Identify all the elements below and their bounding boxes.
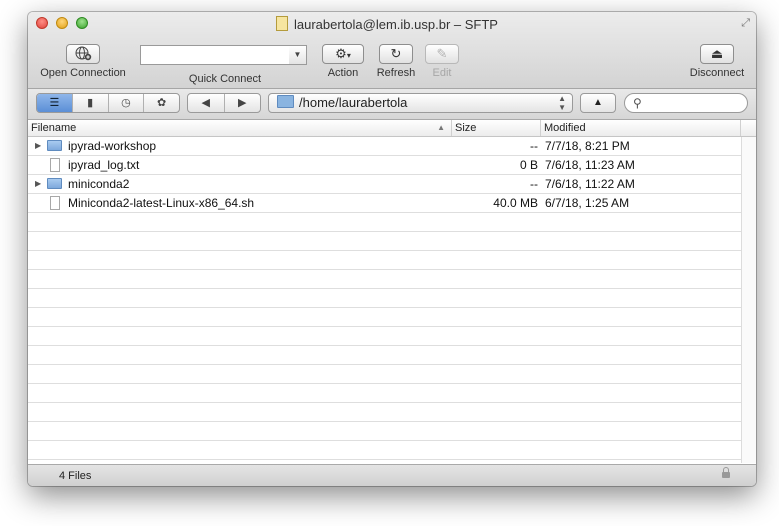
empty-row xyxy=(28,365,741,384)
back-forward-segment: ◀ ▶ xyxy=(187,93,261,113)
gear-icon: ⚙▾ xyxy=(322,44,364,64)
empty-row xyxy=(28,441,741,460)
disconnect-button[interactable]: ⏏ Disconnect xyxy=(684,44,750,79)
filename-column-header[interactable]: Filename ▲ xyxy=(28,120,452,136)
forward-icon[interactable]: ▶ xyxy=(225,94,261,112)
quick-connect-dropdown[interactable]: ▼ xyxy=(289,45,307,65)
search-field[interactable]: ⚲ xyxy=(624,93,748,113)
globe-plus-icon xyxy=(66,44,100,64)
close-window-button[interactable] xyxy=(36,17,48,29)
refresh-button[interactable]: ↻ Refresh xyxy=(371,44,421,79)
status-bar: 4 Files xyxy=(28,464,756,486)
title-bar: laurabertola@lem.ib.usp.br – SFTP ⤢ Open… xyxy=(28,12,756,89)
minimize-window-button[interactable] xyxy=(56,17,68,29)
quick-connect-input[interactable] xyxy=(140,45,290,65)
table-row[interactable]: ipyrad_log.txt 0 B 7/6/18, 11:23 AM xyxy=(28,156,741,175)
file-count-label: 4 Files xyxy=(59,470,92,482)
table-row[interactable]: ▶ ipyrad-workshop -- 7/7/18, 8:21 PM xyxy=(28,137,741,156)
modified-column-header[interactable]: Modified xyxy=(541,120,741,136)
empty-row xyxy=(28,270,741,289)
file-icon xyxy=(50,196,60,210)
empty-row xyxy=(28,251,741,270)
bookmarks-icon[interactable]: ▮ xyxy=(73,94,109,112)
action-button[interactable]: ⚙▾ Action xyxy=(318,44,368,79)
open-connection-button[interactable]: Open Connection xyxy=(37,44,129,79)
folder-icon xyxy=(47,140,62,151)
empty-row xyxy=(28,213,741,232)
back-icon[interactable]: ◀ xyxy=(188,94,225,112)
folder-icon xyxy=(277,95,294,108)
history-icon[interactable]: ◷ xyxy=(109,94,145,112)
disclosure-triangle-icon[interactable]: ▶ xyxy=(35,137,41,155)
empty-row xyxy=(28,346,741,365)
empty-row xyxy=(28,422,741,441)
search-icon: ⚲ xyxy=(633,96,642,110)
empty-row xyxy=(28,232,741,251)
file-icon xyxy=(50,158,60,172)
empty-row xyxy=(28,327,741,346)
bonjour-icon[interactable]: ✿ xyxy=(144,94,179,112)
folder-icon xyxy=(47,178,62,189)
path-text: /home/laurabertola xyxy=(299,95,408,110)
refresh-icon: ↻ xyxy=(379,44,413,64)
sftp-window: laurabertola@lem.ib.usp.br – SFTP ⤢ Open… xyxy=(28,12,756,486)
table-row[interactable]: ▶ miniconda2 -- 7/6/18, 11:22 AM xyxy=(28,175,741,194)
size-column-header[interactable]: Size xyxy=(452,120,541,136)
view-mode-segment: ☰ ▮ ◷ ✿ xyxy=(36,93,180,113)
window-title: laurabertola@lem.ib.usp.br – SFTP xyxy=(276,16,498,32)
table-row[interactable]: Miniconda2-latest-Linux-x86_64.sh 40.0 M… xyxy=(28,194,741,213)
path-selector[interactable]: /home/laurabertola ▲ ▼ xyxy=(268,93,573,113)
empty-row xyxy=(28,308,741,327)
pencil-icon: ✎ xyxy=(425,44,459,64)
browser-view-icon[interactable]: ☰ xyxy=(37,94,73,112)
eject-icon: ⏏ xyxy=(700,44,734,64)
navigation-bar: ☰ ▮ ◷ ✿ ◀ ▶ /home/laurabertola ▲ ▼ ▲ ⚲ xyxy=(28,89,756,120)
sort-ascending-icon: ▲ xyxy=(437,123,445,132)
column-header: Filename ▲ Size Modified xyxy=(28,120,756,137)
file-list: ▶ ipyrad-workshop -- 7/7/18, 8:21 PM ipy… xyxy=(28,137,741,463)
zoom-window-button[interactable] xyxy=(76,17,88,29)
edit-button[interactable]: ✎ Edit xyxy=(421,44,463,79)
vertical-scrollbar[interactable] xyxy=(741,137,756,463)
quick-connect-label: Quick Connect xyxy=(188,73,262,85)
empty-row xyxy=(28,403,741,422)
lock-icon xyxy=(722,467,730,478)
parent-directory-button[interactable]: ▲ xyxy=(580,93,616,113)
disclosure-triangle-icon[interactable]: ▶ xyxy=(35,175,41,193)
document-icon xyxy=(276,16,288,31)
empty-row xyxy=(28,384,741,403)
quick-connect-label-wrap: Quick Connect xyxy=(168,70,282,85)
updown-icon: ▲ ▼ xyxy=(558,94,566,112)
empty-row xyxy=(28,289,741,308)
fullscreen-icon[interactable]: ⤢ xyxy=(741,17,750,30)
